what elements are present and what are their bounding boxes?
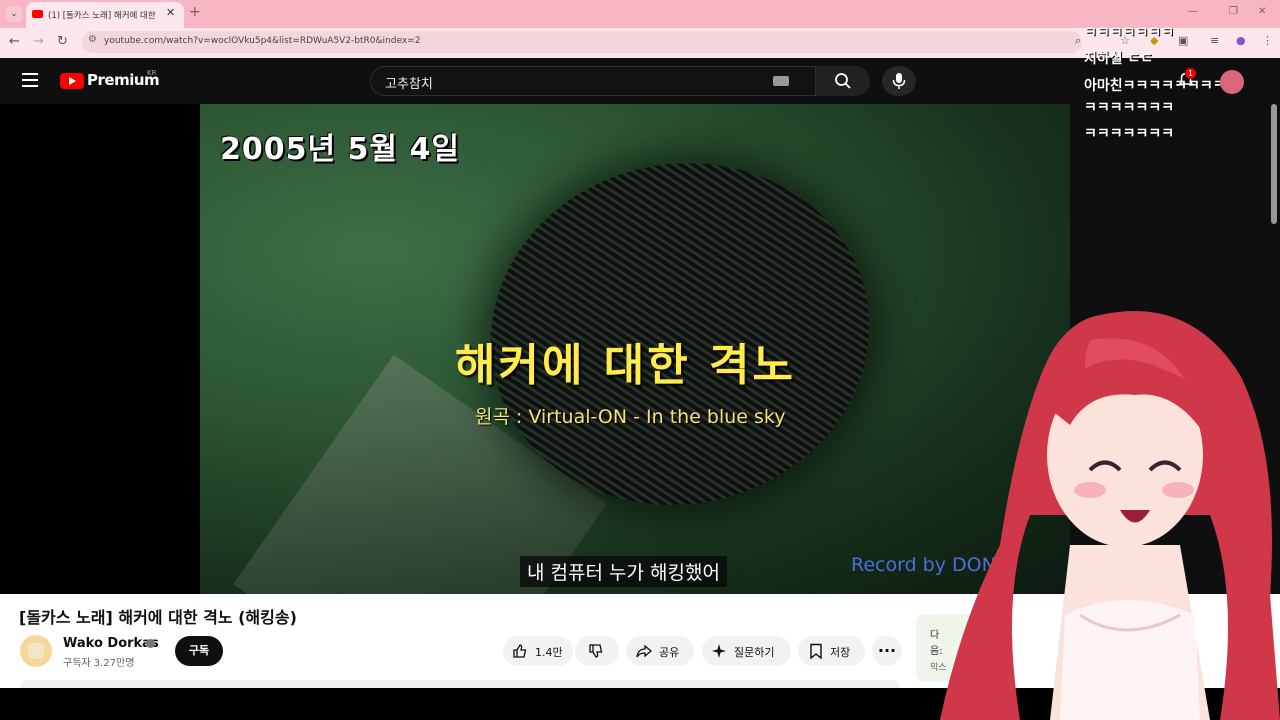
back-arrow-icon[interactable]: ←	[9, 34, 20, 49]
video-title: [돌카스 노래] 해커에 대한 격노 (해킹송)	[19, 608, 297, 627]
thumbs-up-icon	[513, 644, 527, 658]
video-date-overlay: 2005년 5월 4일	[220, 132, 460, 167]
chat-message: 지하실 ㄷㄷ	[1084, 51, 1154, 67]
notification-count-badge: 1	[1185, 68, 1196, 79]
next-up-label-1: 다	[930, 630, 940, 641]
dislike-button[interactable]	[575, 636, 619, 666]
ask-button[interactable]: 질문하기	[702, 636, 791, 666]
save-label: 저장	[830, 646, 851, 659]
video-caption: 내 컴퓨터 누가 해킹했어	[520, 556, 727, 587]
microphone-icon	[892, 73, 906, 89]
profile-icon[interactable]: ●	[1236, 34, 1246, 47]
like-button[interactable]: 1.4만	[503, 636, 573, 666]
vtuber-avatar-overlay	[940, 311, 1280, 720]
video-original-song: 원곡 : Virtual-ON - In the blue sky	[475, 406, 786, 428]
share-label: 공유	[659, 646, 680, 659]
keyboard-icon[interactable]	[773, 76, 789, 86]
video-title-overlay: 해커에 대한 격노	[455, 340, 796, 391]
share-arrow-icon	[636, 644, 652, 658]
like-count: 1.4만	[535, 646, 563, 659]
chat-message: ㅋㅋㅋㅋㅋㅋㅋ	[1084, 126, 1175, 142]
browser-tab-active[interactable]: (1) [돌카스 노래] 해커에 대한 ✕	[26, 2, 184, 28]
menu-hamburger-icon[interactable]	[22, 73, 38, 87]
chrome-menu-icon[interactable]: ⋮	[1262, 34, 1273, 47]
page-scrollbar[interactable]	[1271, 104, 1277, 224]
verified-check-icon	[146, 639, 155, 648]
chat-message: 아마친ㅋㅋㅋㅋㅋㅋㅋㅋ	[1084, 78, 1226, 94]
description-box-top[interactable]	[20, 680, 900, 688]
search-query[interactable]: 고추참치	[385, 73, 433, 92]
ask-label: 질문하기	[734, 646, 775, 659]
region-code: KR	[147, 69, 157, 77]
forward-arrow-icon[interactable]: →	[33, 34, 44, 49]
save-button[interactable]: 저장	[798, 636, 865, 666]
extensions-puzzle-icon[interactable]: ▣	[1178, 34, 1188, 47]
youtube-logo-icon[interactable]	[60, 73, 84, 89]
thumbs-down-icon	[589, 644, 603, 658]
tab-title: (1) [돌카스 노래] 해커에 대한	[48, 11, 156, 21]
chat-message: ㅋㅋㅋㅋㅋㅋㅋ	[1084, 100, 1175, 116]
url-text[interactable]: youtube.com/watch?v=woclOVku5p4&list=RDW…	[104, 36, 420, 46]
tab-close-icon[interactable]: ✕	[166, 6, 175, 19]
more-actions-icon[interactable]: ···	[872, 636, 902, 666]
subscribe-button[interactable]: 구독	[175, 636, 223, 666]
youtube-header: Premium KR 고추참치	[0, 58, 1070, 104]
channel-name[interactable]: Wako Dorkas	[63, 636, 159, 651]
address-bar[interactable]: ⚙ youtube.com/watch?v=woclOVku5p4&list=R…	[82, 31, 1082, 53]
user-avatar[interactable]	[1220, 70, 1244, 94]
bookmark-icon	[810, 643, 822, 659]
reload-icon[interactable]: ↻	[57, 34, 68, 49]
youtube-favicon-icon	[32, 10, 43, 18]
channel-avatar[interactable]	[20, 635, 52, 667]
chat-message: ㅋㅋㅋㅋㅋㅋㅋ	[1084, 25, 1175, 41]
search-input[interactable]: 고추참치	[370, 66, 816, 96]
window-close-icon[interactable]: ✕	[1258, 6, 1266, 17]
voice-search-button[interactable]	[882, 66, 916, 96]
minimize-icon[interactable]: —	[1188, 6, 1198, 17]
share-button[interactable]: 공유	[626, 636, 694, 666]
site-info-icon[interactable]: ⚙	[88, 34, 97, 45]
tab-list-chevron-icon[interactable]: ⌄	[6, 6, 22, 22]
search-button[interactable]	[816, 66, 870, 96]
restore-icon[interactable]: ❐	[1229, 6, 1238, 17]
media-control-icon[interactable]: ≡	[1210, 34, 1219, 47]
search-icon	[835, 73, 851, 89]
sparkle-icon	[712, 644, 726, 658]
subscriber-count: 구독자 3.27만명	[63, 658, 135, 669]
zoom-icon[interactable]: ⌕	[1075, 34, 1081, 48]
new-tab-plus-icon[interactable]: +	[189, 4, 201, 20]
